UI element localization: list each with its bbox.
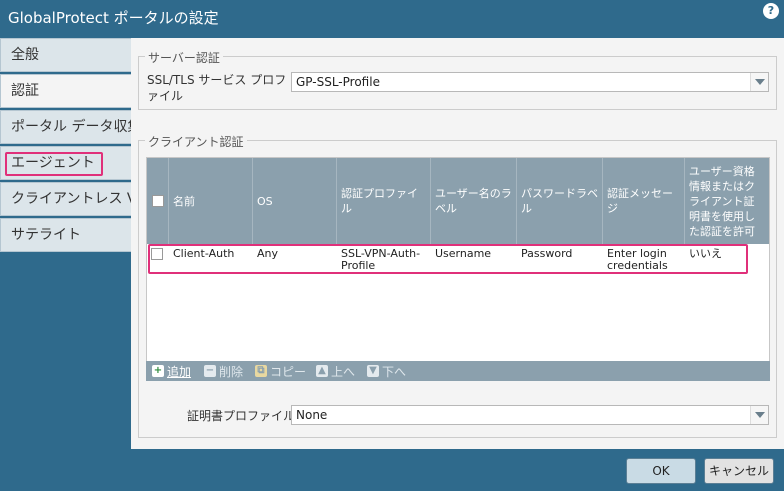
ssl-tls-profile-label: SSL/TLS サービス プロファイル [147,73,287,103]
col-password-label[interactable]: パスワードラベル [517,158,603,244]
tab-label: クライアントレス VPN [11,191,131,207]
table-toolbar: + 追加 − 削除 ⧉ コピー ▲ 上へ ▼ 下へ [146,361,770,381]
copy-label: コピー [270,364,307,379]
agent-tab-highlight [5,152,103,176]
ssl-tls-profile-value: GP-SSL-Profile [296,75,380,89]
client-auth-table: 名前 OS 認証プロファイル ユーザー名のラベル パスワードラベル 認証メッセー… [146,157,770,381]
tab-label: ポータル データ収集 [11,119,131,135]
move-down-button[interactable]: ▼ 下へ [367,363,406,379]
arrow-down-icon: ▼ [367,365,379,377]
tab-general[interactable]: 全般 [0,38,131,72]
select-all-checkbox[interactable] [151,195,164,207]
minus-icon: − [204,365,216,377]
header-select-all-cell [147,158,169,244]
cert-profile-value: None [296,408,328,422]
ssl-tls-profile-select[interactable]: GP-SSL-Profile [291,72,769,92]
add-button[interactable]: + 追加 [152,363,191,379]
tab-portal-data-collection[interactable]: ポータル データ収集 [0,110,131,144]
tab-label: 認証 [11,83,39,99]
col-auth-message[interactable]: 認証メッセージ [603,158,685,244]
tab-authentication[interactable]: 認証 [0,74,131,108]
table-header: 名前 OS 認証プロファイル ユーザー名のラベル パスワードラベル 認証メッセー… [147,158,769,244]
dialog-footer: OK キャンセル [0,449,784,491]
tab-label: 全般 [11,47,39,63]
copy-button[interactable]: ⧉ コピー [255,363,306,379]
server-auth-legend: サーバー認証 [145,49,223,66]
move-up-label: 上へ [331,364,356,379]
dialog-title: GlobalProtect ポータルの設定 [8,9,219,27]
content-panel: サーバー認証 SSL/TLS サービス プロファイル GP-SSL-Profil… [131,38,784,449]
ok-button[interactable]: OK [626,458,696,484]
tab-agent[interactable]: エージェント [0,146,131,180]
col-username-label[interactable]: ユーザー名のラベル [431,158,517,244]
move-up-button[interactable]: ▲ 上へ [316,363,355,379]
col-auth-profile[interactable]: 認証プロファイル [337,158,431,244]
tab-label: サテライト [11,227,81,243]
cert-profile-label: 証明書プロファイル [187,409,296,423]
tab-satellite[interactable]: サテライト [0,218,131,252]
add-label: 追加 [167,364,192,379]
title-bar: GlobalProtect ポータルの設定 ? [0,0,784,34]
arrow-up-icon: ▲ [316,365,328,377]
chevron-down-icon[interactable] [750,406,768,424]
col-allow-auth[interactable]: ユーザー資格情報またはクライアント証明書を使用した認証を許可 [685,158,769,244]
copy-icon: ⧉ [255,365,267,377]
row-highlight [148,244,748,274]
client-auth-legend: クライアント認証 [145,133,247,150]
cert-profile-select[interactable]: None [291,405,769,425]
plus-icon: + [152,365,164,377]
delete-label: 削除 [219,364,244,379]
col-name[interactable]: 名前 [169,158,253,244]
cancel-button[interactable]: キャンセル [704,458,774,484]
portal-settings-dialog: GlobalProtect ポータルの設定 ? 全般 認証 ポータル データ収集… [0,0,784,491]
side-tabs: 全般 認証 ポータル データ収集 エージェント クライアントレス VPN サテラ… [0,38,131,254]
help-icon[interactable]: ? [763,3,779,19]
client-auth-section: クライアント認証 名前 OS 認証プロファイル ユーザー名のラベル パスワードラ… [138,133,777,438]
server-auth-section: サーバー認証 SSL/TLS サービス プロファイル GP-SSL-Profil… [138,49,777,110]
col-os[interactable]: OS [253,158,337,244]
tab-clientless-vpn[interactable]: クライアントレス VPN [0,182,131,216]
chevron-down-icon[interactable] [750,73,768,91]
move-down-label: 下へ [382,364,407,379]
delete-button[interactable]: − 削除 [204,363,243,379]
